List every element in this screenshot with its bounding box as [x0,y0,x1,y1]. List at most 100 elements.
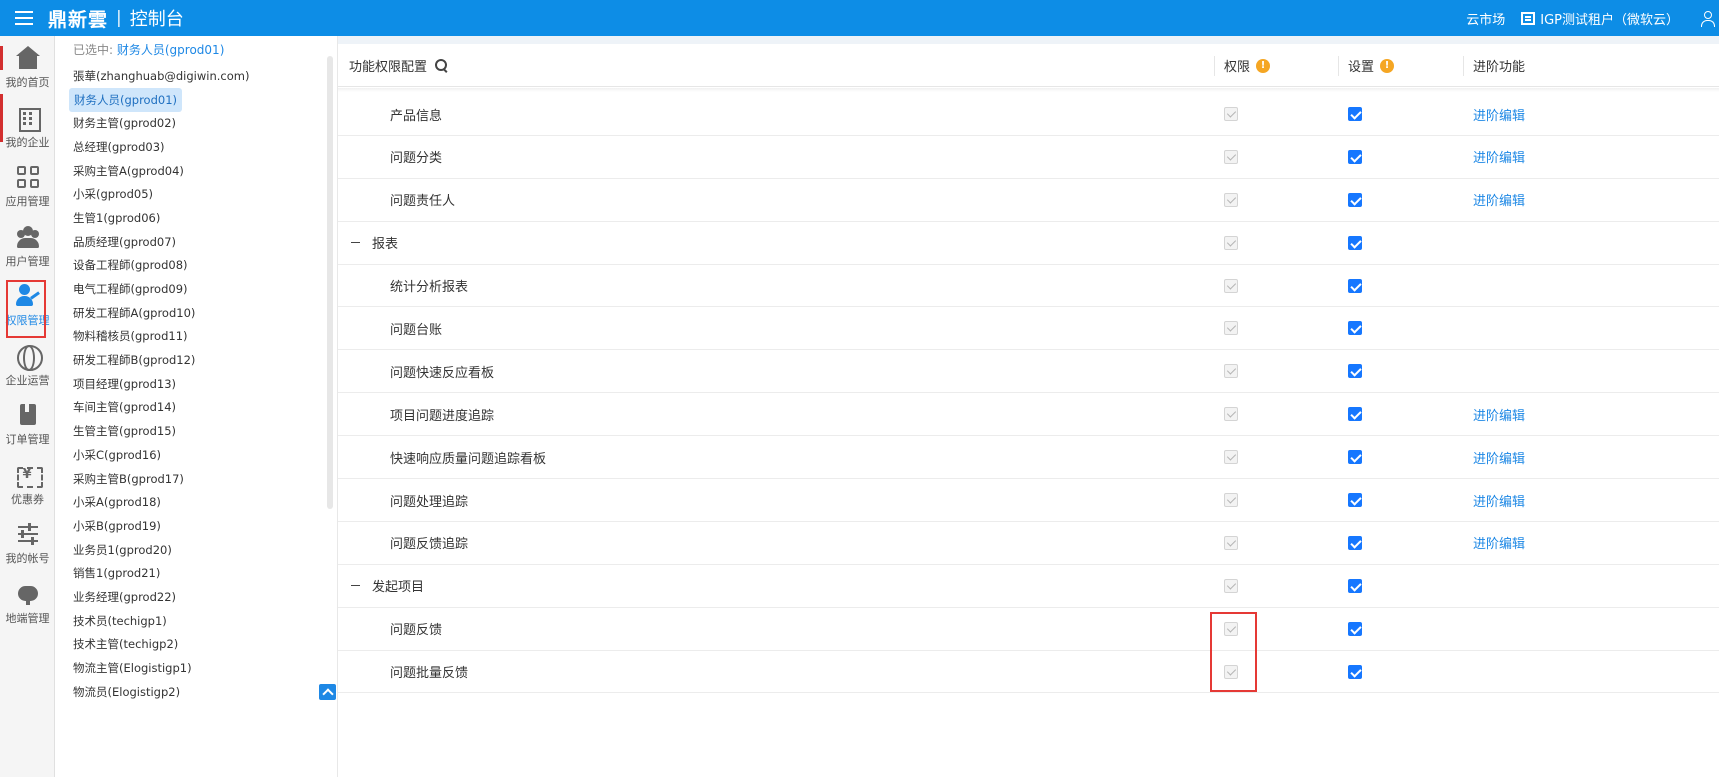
user-name: 销售1(gprod21) [73,566,161,581]
user-list-item[interactable]: 品质经理(gprod07) [73,230,253,254]
user-list-item[interactable]: 物流主管(Elogistigp1) [73,656,253,680]
user-list-item[interactable]: 技术员(techigp1) [73,609,253,633]
cloud-market-link[interactable]: 云市场 [1466,9,1505,28]
advanced-edit-link[interactable]: 进阶编辑 [1473,136,1525,178]
collapse-icon[interactable] [351,584,360,587]
function-name: 问题反馈 [390,623,443,639]
user-list-item[interactable]: 采购主管A(gprod04) [73,159,253,183]
advanced-edit-link[interactable]: 进阶编辑 [1473,179,1525,221]
header-setting: 设置 ! [1348,44,1395,87]
user-list-item[interactable]: 研发工程師A(gprod10) [73,301,253,325]
user-list-item[interactable]: 研发工程師B(gprod12) [73,348,253,372]
nav-account[interactable]: 我的帐号 [0,512,55,572]
nav-coupons[interactable]: 优惠券 [0,453,55,513]
advanced-edit-link[interactable]: 进阶编辑 [1473,522,1525,564]
user-list-item[interactable]: 车间主管(gprod14) [73,396,253,420]
permission-checkbox[interactable] [1224,493,1238,508]
nav-onpremise[interactable]: 地端管理 [0,572,55,632]
user-list-item[interactable]: 物流员(Elogistigp2) [73,680,253,704]
permission-checkbox[interactable] [1224,364,1238,379]
function-name: 问题台账 [390,322,443,338]
permission-checkbox[interactable] [1224,278,1238,293]
setting-checkbox[interactable] [1348,149,1362,164]
nav-label: 应用管理 [5,195,50,208]
setting-checkbox[interactable] [1348,107,1362,121]
brand-logo[interactable]: 鼎新雲 [48,5,108,32]
search-icon[interactable] [435,58,449,73]
user-name: 采购主管B(gprod17) [73,471,184,486]
setting-checkbox[interactable] [1348,192,1362,207]
function-name: 问题分类 [390,151,443,167]
nav-users[interactable]: 用户管理 [0,215,55,275]
setting-checkbox[interactable] [1348,278,1362,293]
permission-checkbox[interactable] [1224,407,1238,422]
setting-checkbox[interactable] [1348,450,1362,465]
user-list-item[interactable]: 财务主管(gprod02) [73,111,253,135]
user-name: 财务人员(gprod01) [69,87,183,112]
user-list-item[interactable]: 采购主管B(gprod17) [73,467,253,491]
user-list-item[interactable]: 销售1(gprod21) [73,561,253,585]
user-name: 物流员(Elogistigp2) [73,684,181,699]
table-row: 问题反馈追踪 进阶编辑 [338,522,1719,565]
user-list-item[interactable]: 总经理(gprod03) [73,135,253,159]
permission-checkbox[interactable] [1224,107,1238,121]
advanced-edit-link[interactable]: 进阶编辑 [1473,436,1525,478]
setting-checkbox[interactable] [1348,364,1362,379]
setting-checkbox[interactable] [1348,321,1362,336]
advanced-edit-link[interactable]: 进阶编辑 [1473,93,1525,135]
user-list-item[interactable]: 小采(gprod05) [73,182,253,206]
user-list-item[interactable]: 电气工程師(gprod09) [73,277,253,301]
user-list-item[interactable]: 项目经理(gprod13) [73,372,253,396]
setting-checkbox[interactable] [1348,407,1362,422]
permission-checkbox[interactable] [1224,578,1238,593]
user-list-item[interactable]: 小采C(gprod16) [73,443,253,467]
user-list-item[interactable]: 張華(zhanghuab@digiwin.com) [73,64,253,88]
nav-home[interactable]: 我的首页 [0,36,55,96]
permission-checkbox[interactable] [1224,450,1238,465]
user-name: 物料稽核员(gprod11) [73,329,188,344]
user-list-item[interactable]: 小采B(gprod19) [73,514,253,538]
user-list-item[interactable]: 小采A(gprod18) [73,490,253,514]
nav-label: 地端管理 [5,612,50,625]
user-list-item[interactable]: 物料稽核员(gprod11) [73,325,253,349]
permission-checkbox[interactable] [1224,235,1238,250]
user-icon[interactable] [1701,10,1715,27]
nav-enterprise[interactable]: 我的企业 [0,96,55,156]
setting-checkbox[interactable] [1348,235,1362,250]
user-list-item[interactable]: 财务人员(gprod01) [69,87,253,112]
user-list-item[interactable]: 设备工程師(gprod08) [73,254,253,278]
apps-grid-icon [16,165,40,189]
user-list-item[interactable]: 业务员1(gprod20) [73,538,253,562]
user-name: 小采(gprod05) [73,187,154,202]
user-list-item[interactable]: 生管主管(gprod15) [73,419,253,443]
back-to-top-button[interactable] [319,684,336,700]
scrollbar[interactable] [327,56,333,509]
user-list-item[interactable]: 技术主管(techigp2) [73,633,253,657]
info-icon[interactable]: ! [1256,58,1271,73]
selected-indicator: 已选中: 财务人员(gprod01) [73,41,224,58]
header-function: 功能权限配置 [349,44,449,87]
hamburger-menu-icon[interactable] [0,0,48,36]
permission-checkbox[interactable] [1224,535,1238,550]
setting-checkbox[interactable] [1348,621,1362,636]
setting-checkbox[interactable] [1348,493,1362,508]
permission-checkbox[interactable] [1224,192,1238,207]
collapse-icon[interactable] [351,241,360,244]
top-bar: 鼎新雲 | 控制台 云市场 IGP测试租户（微软云） [0,0,1719,36]
nav-operations[interactable]: 企业运营 [0,334,55,394]
setting-checkbox[interactable] [1348,578,1362,593]
permission-checkbox[interactable] [1224,321,1238,336]
advanced-edit-link[interactable]: 进阶编辑 [1473,393,1525,435]
info-icon[interactable]: ! [1380,58,1395,73]
nav-orders[interactable]: 订单管理 [0,393,55,453]
selected-user: 财务人员(gprod01) [116,43,225,57]
setting-checkbox[interactable] [1348,535,1362,550]
user-list-item[interactable]: 业务经理(gprod22) [73,585,253,609]
permission-checkbox[interactable] [1224,149,1238,164]
nav-apps[interactable]: 应用管理 [0,155,55,215]
user-list-item[interactable]: 生管1(gprod06) [73,206,253,230]
tenant-switcher[interactable]: IGP测试租户（微软云） [1521,9,1679,28]
setting-checkbox[interactable] [1348,664,1362,679]
building-icon [16,106,41,132]
advanced-edit-link[interactable]: 进阶编辑 [1473,479,1525,521]
